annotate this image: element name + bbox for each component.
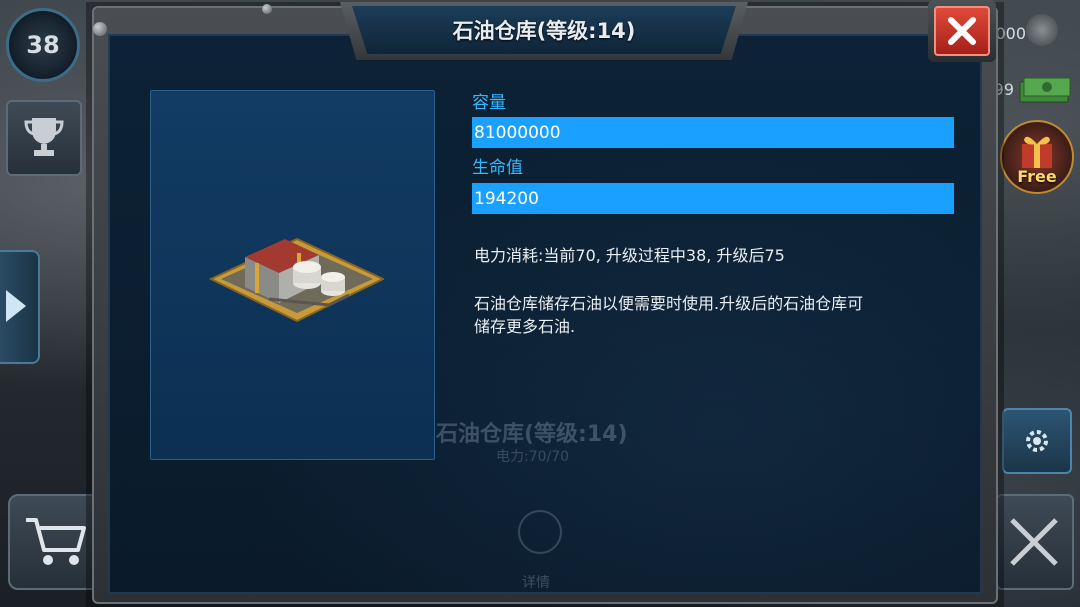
- close-button[interactable]: [928, 0, 996, 62]
- power-consumption-text: 电力消耗:当前70, 升级过程中38, 升级后75: [474, 246, 785, 265]
- description-line-2: 储存更多石油.: [474, 317, 576, 336]
- dialog-title: 石油仓库(等级:14): [452, 19, 636, 43]
- title-plate: 石油仓库(等级:14): [352, 6, 736, 54]
- free-gift-button[interactable]: Free: [1000, 120, 1074, 194]
- health-value-bar: 194200: [472, 183, 954, 214]
- capacity-value: 81000000: [474, 122, 561, 143]
- play-arrow-icon: [6, 290, 26, 322]
- crossed-rifles-icon: [1010, 518, 1058, 566]
- settings-button[interactable]: [1002, 408, 1072, 474]
- close-button-face[interactable]: [934, 6, 990, 56]
- trophy-icon: [24, 118, 64, 156]
- player-level-badge[interactable]: 38: [6, 8, 80, 82]
- background-building-power: 电力:70/70: [496, 449, 570, 465]
- gear-icon: [1026, 430, 1048, 452]
- capacity-value-bar: 81000000: [472, 117, 954, 148]
- player-level-text: 38: [26, 31, 60, 59]
- battle-button[interactable]: [996, 494, 1074, 590]
- shopping-cart-icon: [26, 518, 86, 565]
- free-label: Free: [1017, 167, 1057, 186]
- description-line-1: 石油仓库储存石油以便需要时使用.升级后的石油仓库可: [474, 294, 864, 313]
- oil-storage-building-icon: [209, 237, 384, 323]
- background-building-name: 石油仓库(等级:14): [436, 422, 628, 447]
- trophy-button[interactable]: [6, 100, 82, 176]
- building-image-panel: [150, 90, 435, 460]
- health-label: 生命值: [472, 158, 523, 178]
- close-icon: [948, 17, 976, 45]
- details-label: 详情: [522, 575, 550, 591]
- health-value: 194200: [474, 188, 539, 209]
- rivet-icon: [93, 22, 107, 36]
- expand-menu-button[interactable]: [0, 250, 40, 364]
- rivet-icon: [262, 4, 272, 14]
- capacity-label: 容量: [472, 93, 506, 113]
- cash-stack-icon: [1019, 77, 1071, 103]
- coin-icon: [1026, 14, 1058, 46]
- info-icon: [518, 510, 562, 554]
